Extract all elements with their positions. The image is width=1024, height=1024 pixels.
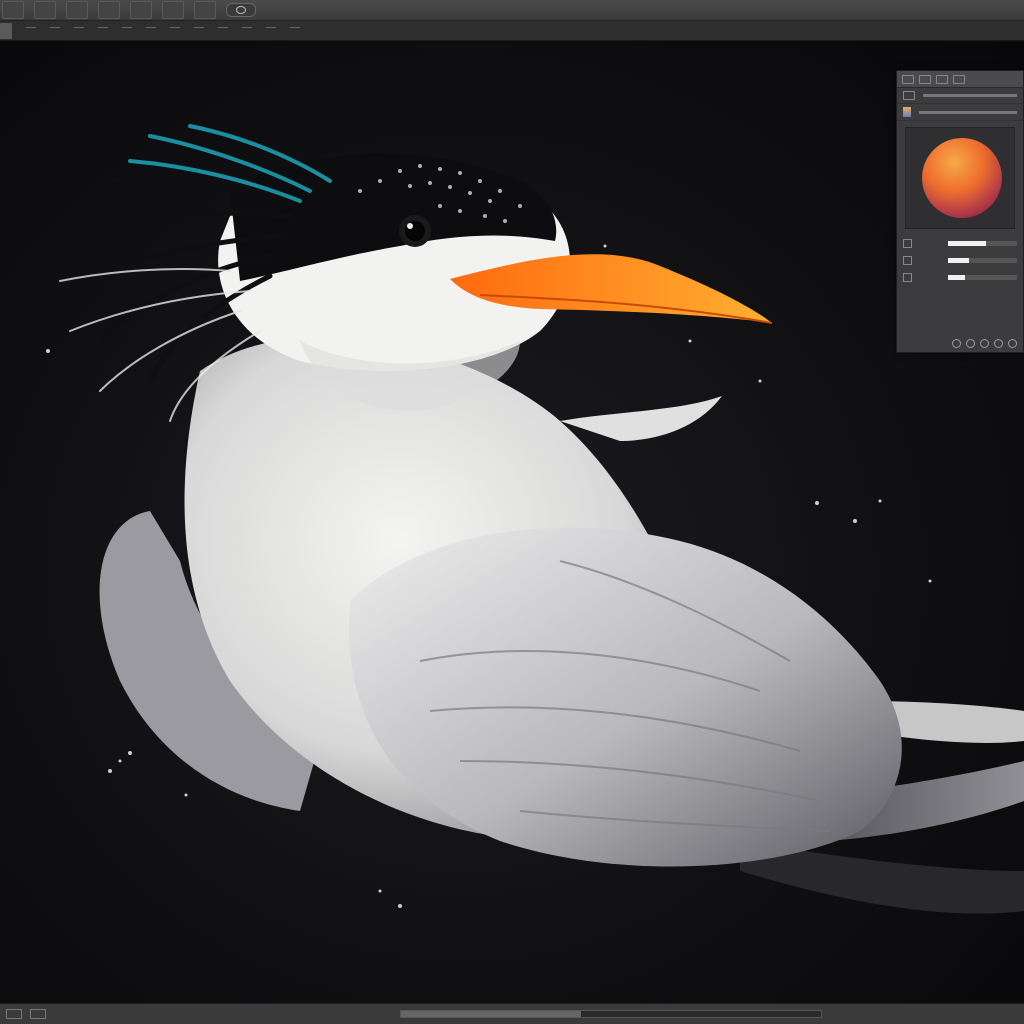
options-bar [0,21,1024,41]
slider-row [897,269,1023,286]
ruler-tick [290,27,300,34]
ruler-tick [242,27,252,34]
ruler-tick [194,27,204,34]
document-canvas[interactable] [0,41,1024,1003]
panel-action-icon[interactable] [966,338,975,348]
menu-item[interactable] [34,1,56,19]
ruler-tick [50,27,60,34]
slider-fill [948,258,969,263]
slider-track[interactable] [948,258,1017,263]
menu-item[interactable] [2,1,24,19]
menu-item[interactable] [162,1,184,19]
ruler-tick [122,27,132,34]
status-icon[interactable] [30,1009,46,1019]
slider-track[interactable] [948,241,1017,246]
ruler-tick [146,27,156,34]
panel-action-icon[interactable] [952,338,961,348]
panel-tab-icon[interactable] [953,74,965,84]
slider-track[interactable] [948,275,1017,280]
status-icon[interactable] [6,1009,22,1019]
ruler-tick [170,27,180,34]
slider-checkbox[interactable] [903,256,912,265]
panel-row-bar [919,110,1017,114]
panel-tab-icon[interactable] [919,74,931,84]
document-tab[interactable] [0,22,12,39]
status-bar [0,1003,1024,1024]
layer-icon[interactable] [903,91,915,100]
menu-item[interactable] [98,1,120,19]
slider-checkbox[interactable] [903,273,912,282]
ruler-tick [218,27,228,34]
color-orb-preview[interactable] [922,138,1002,218]
menu-item[interactable] [194,1,216,19]
view-eye-icon[interactable] [226,3,256,17]
horizontal-scrollbar[interactable] [400,1010,822,1018]
slider-row [897,235,1023,252]
color-picker-area[interactable] [905,127,1015,229]
panel-tab-icon[interactable] [936,74,948,84]
menu-item[interactable] [66,1,88,19]
panel-row-bar [923,94,1017,97]
panel-action-icon[interactable] [994,338,1003,348]
tern-artwork [46,124,1024,914]
panel-footer [897,334,1023,352]
ruler-tick [98,27,108,34]
menu-bar [0,0,1024,21]
panel-action-icon[interactable] [980,338,989,348]
ruler-tick [26,27,36,34]
ruler-tick [266,27,276,34]
color-swatch[interactable] [903,107,911,117]
color-adjustments-panel[interactable] [896,70,1024,353]
ruler-tick [74,27,84,34]
panel-tab-icon[interactable] [902,74,914,84]
scrollbar-thumb[interactable] [401,1011,581,1017]
panel-action-icon[interactable] [1008,338,1017,348]
panel-row [897,88,1023,104]
slider-checkbox[interactable] [903,239,912,248]
panel-row [897,104,1023,121]
panel-header[interactable] [897,71,1023,88]
slider-fill [948,241,986,246]
menu-item[interactable] [130,1,152,19]
slider-row [897,252,1023,269]
slider-fill [948,275,966,280]
